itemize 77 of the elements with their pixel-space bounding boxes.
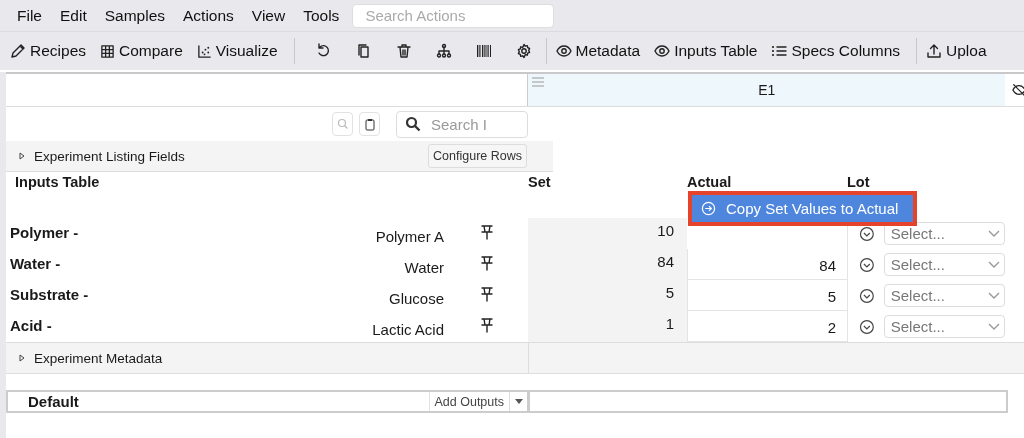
column-header: Set [528, 174, 551, 190]
configure-rows-button[interactable]: Configure Rows [428, 144, 527, 168]
eye-icon [555, 43, 572, 59]
input-name: Substrate - [10, 285, 90, 303]
material-name: Lactic Acid [371, 320, 444, 338]
pin-icon[interactable] [480, 224, 494, 240]
settings-icon[interactable] [515, 43, 532, 59]
hierarchy-icon[interactable] [435, 43, 452, 59]
menu-item[interactable]: View [242, 6, 295, 25]
set-value-cell: 1 [528, 311, 687, 342]
eye-icon [654, 43, 671, 59]
table-title: Inputs Table [15, 174, 100, 190]
input-name: Water - [10, 254, 62, 272]
hide-icon[interactable] [1012, 83, 1024, 97]
actual-value-field[interactable]: 84 [687, 249, 847, 280]
dropdown-circle-icon[interactable] [859, 256, 875, 273]
pin-icon[interactable] [480, 286, 494, 302]
search-field[interactable]: Search Actions [352, 3, 555, 28]
chevron-down-icon [987, 321, 1001, 332]
chevron-down-icon [987, 290, 1001, 301]
caret-icon [514, 399, 523, 404]
material-name: Glucose [387, 289, 444, 307]
dropdown-button[interactable] [509, 392, 528, 411]
dropdown-circle-icon[interactable] [859, 287, 875, 304]
section-title[interactable]: Experiment Listing Fields [34, 148, 185, 164]
toolbar-button[interactable]: Inputs Table [654, 42, 758, 60]
actual-value-field[interactable]: 5 [687, 280, 847, 311]
section-title[interactable]: Experiment Metadata [34, 350, 163, 366]
column-header: E1 [757, 82, 777, 98]
menu-item[interactable]: File [8, 6, 51, 25]
trash-icon[interactable] [395, 43, 412, 59]
lot-select[interactable]: Select... [883, 253, 1005, 276]
menu-item[interactable]: Actions [174, 6, 243, 25]
list-icon [771, 43, 788, 59]
table-icon [100, 43, 115, 59]
material-name: Water [403, 258, 444, 276]
set-value-cell: 84 [528, 249, 687, 280]
upload-button[interactable]: Uploa [926, 42, 987, 60]
clipboard-button[interactable] [359, 112, 380, 136]
set-value-cell: 5 [528, 280, 687, 311]
arrow-circle-icon [701, 201, 716, 216]
search-icon [336, 118, 349, 130]
input-name: Acid - [10, 316, 53, 334]
toolbar-button[interactable]: Metadata [555, 42, 641, 60]
pin-icon[interactable] [480, 317, 494, 333]
clipboard-icon [364, 117, 375, 131]
dropdown-circle-icon[interactable] [859, 318, 875, 335]
set-value-cell: 10 [528, 218, 687, 249]
toolbar-button[interactable]: Compare [100, 42, 183, 60]
pin-icon[interactable] [480, 255, 494, 271]
undo-icon[interactable] [315, 43, 332, 59]
output-field[interactable] [528, 390, 1008, 413]
menu-item[interactable]: Tools [294, 6, 349, 25]
material-name: Polymer A [374, 227, 444, 245]
menu-item[interactable]: Samples [95, 6, 174, 25]
barcode-icon[interactable] [475, 43, 492, 59]
upload-icon [926, 43, 942, 59]
output-group-label: Default [27, 393, 80, 410]
dropdown-circle-icon[interactable] [859, 225, 875, 242]
column-header: Lot [847, 174, 870, 190]
copy-icon[interactable] [355, 43, 372, 59]
toolbar-button[interactable]: Visualize [196, 42, 278, 60]
chevron-down-icon [987, 228, 1001, 239]
toolbar-button[interactable]: Recipes [10, 42, 86, 60]
scatter-chart-icon [196, 43, 212, 59]
toolbar-button[interactable]: Specs Columns [771, 42, 900, 60]
pencil-icon [10, 43, 26, 59]
chevron-down-icon [987, 259, 1001, 270]
expand-triangle-icon[interactable] [18, 152, 26, 160]
menu-item[interactable]: Edit [51, 6, 96, 25]
copy-values-button[interactable]: Copy Set Values to Actual [692, 195, 913, 222]
expand-triangle-icon[interactable] [18, 354, 26, 362]
lot-select[interactable]: Select... [883, 284, 1005, 307]
input-name: Polymer - [10, 223, 80, 241]
column-header: Actual [687, 174, 732, 190]
lot-select[interactable]: Select... [883, 315, 1005, 338]
search-field[interactable]: Search I [396, 110, 528, 138]
